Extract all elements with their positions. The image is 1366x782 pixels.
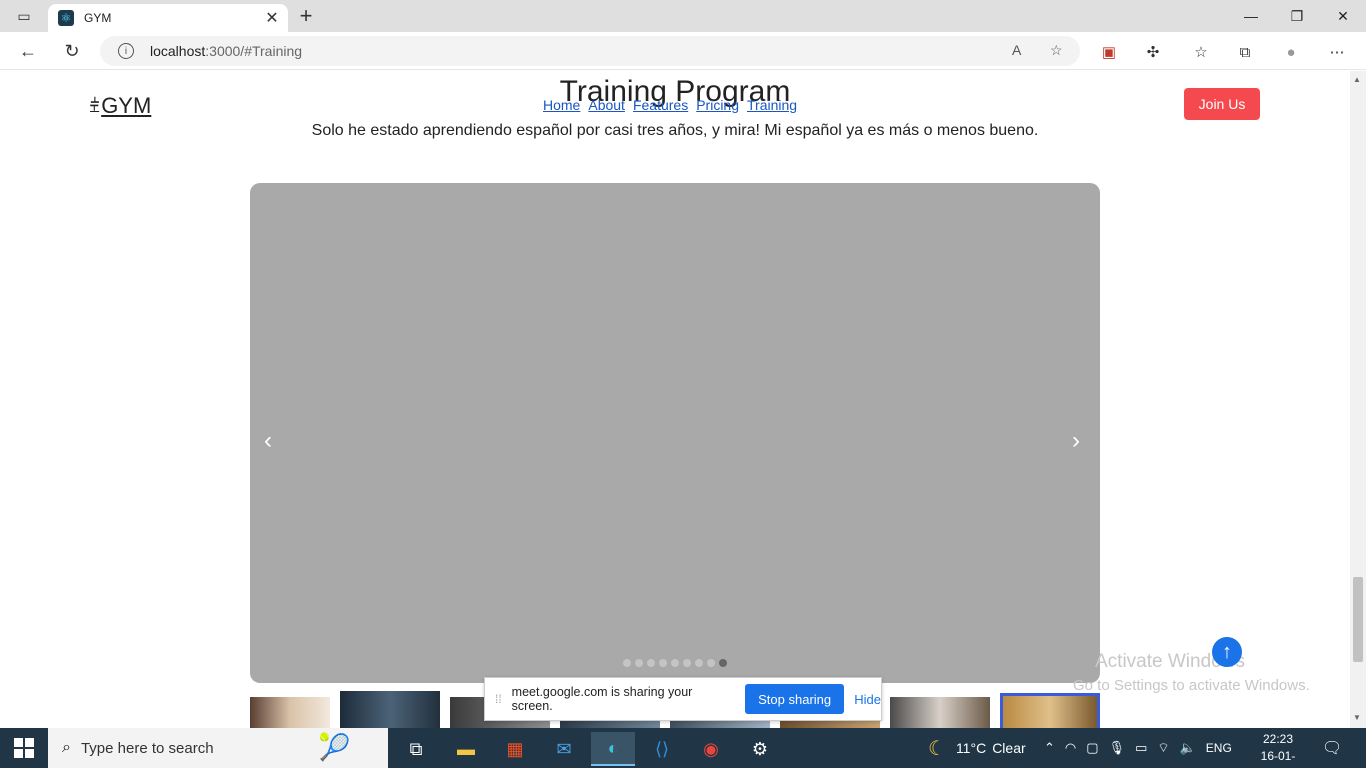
carousel-dot[interactable]: [659, 659, 667, 667]
url-host: localhost: [150, 43, 206, 59]
microphone-icon[interactable]: 🎙: [1109, 740, 1126, 756]
volume-icon[interactable]: 🔈: [1180, 740, 1196, 756]
page-viewport: Training Program ⫩ GYM Home About Featur…: [0, 71, 1350, 728]
weather-desc: Clear: [992, 740, 1026, 756]
read-aloud-icon[interactable]: A: [1012, 42, 1021, 58]
stop-sharing-button[interactable]: Stop sharing: [745, 684, 845, 714]
url-text: localhost:3000/#Training: [150, 43, 302, 59]
thumbnail-image-active[interactable]: [1000, 693, 1100, 728]
add-favorite-icon[interactable]: ☆: [1050, 42, 1063, 59]
image-carousel: ‹ ›: [250, 183, 1100, 683]
dumbbell-icon: ⫩: [90, 97, 100, 114]
network-icon[interactable]: ◠: [1065, 740, 1076, 756]
profile-avatar-icon[interactable]: ●: [1280, 41, 1302, 63]
restore-button[interactable]: ❐: [1274, 0, 1320, 32]
join-us-button[interactable]: Join Us: [1184, 88, 1260, 120]
thumbnail-image[interactable]: [890, 697, 990, 728]
carousel-dot[interactable]: [683, 659, 691, 667]
scroll-to-top-arrow-icon[interactable]: ↑: [1212, 637, 1242, 667]
clock-time: 22:23: [1262, 732, 1294, 746]
search-icon: ⌕: [62, 739, 71, 756]
carousel-dot[interactable]: [623, 659, 631, 667]
carousel-dot[interactable]: [707, 659, 715, 667]
task-view-icon[interactable]: ⧉: [394, 732, 438, 766]
moon-icon: ☾: [928, 737, 946, 760]
page-scrollbar[interactable]: ▲ ▼: [1350, 71, 1366, 728]
nav-link-home[interactable]: Home: [543, 97, 580, 113]
settings-gear-icon[interactable]: ⚙: [738, 732, 782, 766]
section-subtitle: Solo he estado aprendiendo español por c…: [311, 122, 1039, 139]
activate-windows-subtitle: Go to Settings to activate Windows.: [1073, 677, 1310, 694]
collections-icon[interactable]: ⧉: [1234, 41, 1256, 63]
scroll-down-arrow-icon[interactable]: ▼: [1353, 713, 1361, 722]
nav-links: Home About Features Pricing Training: [543, 97, 797, 113]
minimize-button[interactable]: —: [1228, 0, 1274, 32]
nav-link-about[interactable]: About: [588, 97, 625, 113]
thumbnail-image[interactable]: [340, 691, 440, 728]
carousel-dot[interactable]: [671, 659, 679, 667]
tennis-racket-icon: 🎾: [318, 732, 351, 762]
site-info-icon[interactable]: i: [118, 43, 134, 59]
nav-link-training[interactable]: Training: [747, 97, 797, 113]
close-window-button[interactable]: ✕: [1320, 0, 1366, 32]
tab-actions-icon[interactable]: ▭: [10, 6, 38, 26]
chevron-up-icon[interactable]: ⌃: [1044, 740, 1055, 756]
language-indicator[interactable]: ENG: [1206, 741, 1232, 755]
wifi-icon[interactable]: ⌔: [1157, 740, 1169, 756]
clock-date: 16-01-2023: [1260, 749, 1296, 780]
scrollbar-thumb[interactable]: [1353, 577, 1363, 662]
carousel-dot[interactable]: [719, 659, 727, 667]
carousel-dots: [623, 659, 727, 667]
edge-browser-icon[interactable]: ◐: [591, 732, 635, 766]
extension-icon[interactable]: ▣: [1098, 41, 1120, 63]
file-explorer-icon[interactable]: ▬: [444, 732, 488, 766]
close-tab-icon[interactable]: ✕: [262, 8, 282, 28]
browser-toolbar: ← ↻ i localhost:3000/#Training A ☆ ▣ ✣ ☆…: [0, 32, 1366, 70]
nav-link-pricing[interactable]: Pricing: [696, 97, 739, 113]
windows-taskbar: ⌕ Type here to search 🎾 ⧉ ▬ ▦ ✉ ◐ ⟨⟩ ◉ ⚙…: [0, 728, 1366, 780]
taskbar-clock[interactable]: 22:23 16-01-2023: [1250, 731, 1306, 782]
system-tray: ⌃ ◠ ▢ 🎙 ▭ ⌔ 🔈 ENG: [1044, 728, 1232, 768]
microsoft-store-icon[interactable]: ▦: [493, 732, 537, 766]
logo-text: GYM: [101, 93, 152, 118]
more-menu-icon[interactable]: ⋯: [1326, 41, 1348, 63]
notification-center-icon[interactable]: 🗨: [1322, 738, 1342, 758]
chrome-icon[interactable]: ◉: [689, 732, 733, 766]
hide-share-bar-button[interactable]: Hide: [854, 692, 881, 707]
taskbar-search-box[interactable]: ⌕ Type here to search 🎾: [48, 728, 388, 768]
drag-handle-icon[interactable]: ⁞⁞: [495, 692, 502, 706]
carousel-next-button[interactable]: ›: [1072, 427, 1080, 455]
browser-tab-bar: ▭ ⚛ GYM ✕ + — ❐ ✕: [0, 0, 1366, 32]
screen-share-bar: ⁞⁞ meet.google.com is sharing your scree…: [484, 677, 882, 721]
carousel-dot[interactable]: [635, 659, 643, 667]
react-favicon-icon: ⚛: [58, 10, 74, 26]
mail-icon[interactable]: ✉: [542, 732, 586, 766]
vscode-icon[interactable]: ⟨⟩: [640, 732, 684, 766]
weather-temp: 11°C: [955, 740, 987, 756]
tab-title: GYM: [84, 11, 112, 25]
logo[interactable]: ⫩ GYM: [90, 93, 151, 119]
screen-share-icon[interactable]: ▭: [1135, 740, 1147, 756]
carousel-dot[interactable]: [647, 659, 655, 667]
search-placeholder: Type here to search: [80, 739, 214, 757]
refresh-button[interactable]: ↻: [58, 38, 86, 64]
share-message: meet.google.com is sharing your screen.: [511, 685, 693, 713]
extensions-puzzle-icon[interactable]: ✣: [1142, 41, 1164, 63]
carousel-prev-button[interactable]: ‹: [264, 427, 272, 455]
address-bar[interactable]: i localhost:3000/#Training A ☆: [100, 36, 1080, 66]
browser-tab[interactable]: ⚛ GYM ✕: [48, 4, 288, 32]
thumbnail-image[interactable]: [250, 697, 330, 728]
nav-link-features[interactable]: Features: [633, 97, 688, 113]
favorites-icon[interactable]: ☆: [1190, 41, 1212, 63]
windows-start-icon[interactable]: [14, 738, 34, 758]
weather-widget[interactable]: ☾ 11°C Clear: [928, 728, 1026, 768]
carousel-dot[interactable]: [695, 659, 703, 667]
new-tab-button[interactable]: +: [294, 3, 318, 28]
back-button[interactable]: ←: [14, 38, 42, 64]
meet-camera-icon[interactable]: ▢: [1086, 740, 1098, 756]
url-path: :3000/#Training: [205, 43, 303, 59]
scroll-up-arrow-icon[interactable]: ▲: [1353, 75, 1361, 84]
